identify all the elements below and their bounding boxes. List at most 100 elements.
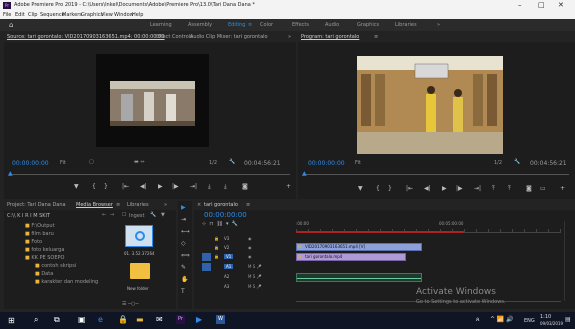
hand-tool-icon[interactable]: ✋ [181,276,188,283]
task-view-icon[interactable]: ⧉ [54,315,60,325]
tree-item[interactable]: ■ Data [35,271,53,277]
tree-item[interactable]: ■ foto keluarga [25,247,64,253]
overwrite-icon[interactable]: ⤓ [224,183,227,191]
source-scrubber[interactable]: ▲ [8,170,290,177]
sequence-menu-icon[interactable]: ≡ [246,201,250,210]
pen-tool-icon[interactable]: ✎ [181,264,186,271]
filter-icon[interactable]: ▼ [161,212,165,218]
extract-icon[interactable]: ⤒ [508,185,511,193]
go-to-out-icon[interactable]: ⇥| [190,183,197,190]
tab-media-browser[interactable]: Media Browser [76,201,113,210]
menu-edit[interactable]: Edit [15,12,25,18]
back-icon[interactable]: ← [102,212,106,218]
edge-browser-icon[interactable]: e [98,315,103,324]
video-clip[interactable]: fx VID20170903163651.mp4 [V] [296,243,422,251]
workspace-effects[interactable]: Effects [292,22,309,28]
menu-help[interactable]: Help [132,12,143,18]
program-timecode-in[interactable]: 00:00:00:00 [308,160,345,167]
export-icon[interactable]: ▭ [540,185,546,192]
maximize-button[interactable]: □ [538,1,545,9]
lock-icon[interactable]: 🔒 [214,245,219,250]
source-patch-a1[interactable] [202,263,211,271]
source-patch-v1[interactable] [202,253,211,261]
ingest-settings-icon[interactable]: 🔧 [150,212,156,218]
list-view-icon[interactable]: ☰ ─○─ [122,301,138,307]
mute-icon[interactable]: M S 🎤 [248,274,262,279]
step-forward-icon[interactable]: |▶ [172,183,179,190]
explorer-icon[interactable]: ▬ [136,315,144,324]
tab-libraries[interactable]: Libraries [127,201,149,210]
timeline-timecode[interactable]: 00:00:00:00 [204,211,247,219]
program-wrench-icon[interactable]: 🔧 [514,159,520,165]
program-step-forward-icon[interactable]: |▶ [456,185,463,192]
home-icon[interactable]: ⌂ [9,21,13,29]
workspace-editing[interactable]: Editing [228,22,245,28]
lock-icon[interactable]: 🔒 [214,254,219,259]
workspace-graphics[interactable]: Graphics [357,22,379,28]
program-add-button-icon[interactable]: + [560,185,565,192]
thumb-disc[interactable]: 01. 3.52.37264 [122,223,158,259]
slip-tool-icon[interactable]: ⟺ [181,252,190,259]
workspace-menu-icon[interactable]: ≡ [248,22,252,28]
step-back-icon[interactable]: ◀| [140,183,147,190]
source-ratio-dropdown[interactable]: 1/2 [209,160,217,166]
work-area-bar[interactable] [296,231,464,233]
razor-tool-icon[interactable]: ◇ [181,240,186,247]
insert-icon[interactable]: ⤓ [208,183,211,191]
eye-icon[interactable]: ◉ [248,245,252,250]
tree-item[interactable]: ■ contoh skripsi [35,263,76,269]
mute-icon[interactable]: M S 🎤 [248,264,262,269]
play-icon[interactable]: ▶ [158,183,163,190]
tray-date[interactable]: 09/03/2019 [540,321,563,326]
ingest-checkbox[interactable]: ☐ [122,212,126,218]
premiere-taskbar-icon[interactable]: Pr [176,315,185,324]
menu-graphics[interactable]: Graphics [81,12,103,18]
timeline-settings-icon[interactable]: 🔧 [232,221,238,227]
store-icon[interactable]: ▣ [78,315,86,324]
program-play-icon[interactable]: ▶ [442,185,447,192]
program-ratio-dropdown[interactable]: 1/2 [494,160,502,166]
tab-effect-controls[interactable]: Effect Controls [156,33,193,42]
mute-icon[interactable]: M S 🎤 [248,284,262,289]
fx-clip[interactable]: fx tari gorontalo.mp4 [296,253,406,261]
playhead-marker[interactable]: ▲ [8,170,13,177]
tab-source[interactable]: Source: tari gorontalo: VID2017090316365… [7,33,165,42]
lift-icon[interactable]: ⤒ [492,185,495,193]
lock-icon[interactable]: 🔒 [214,236,219,241]
menu-clip[interactable]: Clip [28,12,37,18]
track-a3[interactable]: A3 M S 🎤 [202,283,294,292]
tray-icons[interactable]: ^ 📶 🔊 [490,316,514,323]
forward-icon[interactable]: → [110,212,114,218]
media-browser-menu-icon[interactable]: ≡ [116,201,120,210]
start-windows-icon[interactable]: ⊞ [8,316,15,325]
tab-project[interactable]: Project: Tari Dana Dana [7,201,66,210]
type-tool-icon[interactable]: T [181,288,185,295]
program-playhead-marker[interactable]: ▲ [302,170,307,177]
tree-item[interactable]: ■ film baru [25,231,54,237]
track-a1[interactable]: A1 M S 🎤 [202,263,294,272]
program-scrubber[interactable]: ▲ [302,170,569,177]
program-go-to-in-icon[interactable]: |⇤ [406,185,413,192]
vertical-scrollbar[interactable] [564,221,570,301]
tab-audio-clip-mixer[interactable]: Audio Clip Mixer: tari gorontalo [190,33,268,42]
workspace-more[interactable]: » [437,22,440,28]
tab-sequence[interactable]: tari gorontalo [204,201,238,210]
mark-in-icon[interactable]: { [92,183,96,190]
program-step-back-icon[interactable]: ◀| [424,185,431,192]
track-a2[interactable]: A2 M S 🎤 [202,273,294,282]
eye-icon[interactable]: ◉ [248,236,252,241]
selection-tool-icon[interactable]: ▶ [181,204,186,211]
people-icon[interactable]: ጰ [476,316,480,324]
tray-time[interactable]: 1:10 [540,314,551,320]
linked-selection-icon[interactable]: ⛓ [216,221,222,227]
program-mark-out-icon[interactable]: } [388,185,392,192]
camera-icon[interactable]: ◙ [242,183,248,190]
tree-item[interactable]: ■ F:\Output [25,223,55,229]
word-icon[interactable]: W [216,315,225,324]
media-player-icon[interactable]: ▶ [196,315,202,324]
tab-program[interactable]: Program: tari gorontalo [301,33,359,42]
search-icon[interactable]: ⌕ [34,315,38,325]
tree-item[interactable]: ■ Foto [25,239,42,245]
workspace-audio[interactable]: Audio [325,22,339,28]
wrench-icon[interactable]: 🔧 [229,159,235,165]
